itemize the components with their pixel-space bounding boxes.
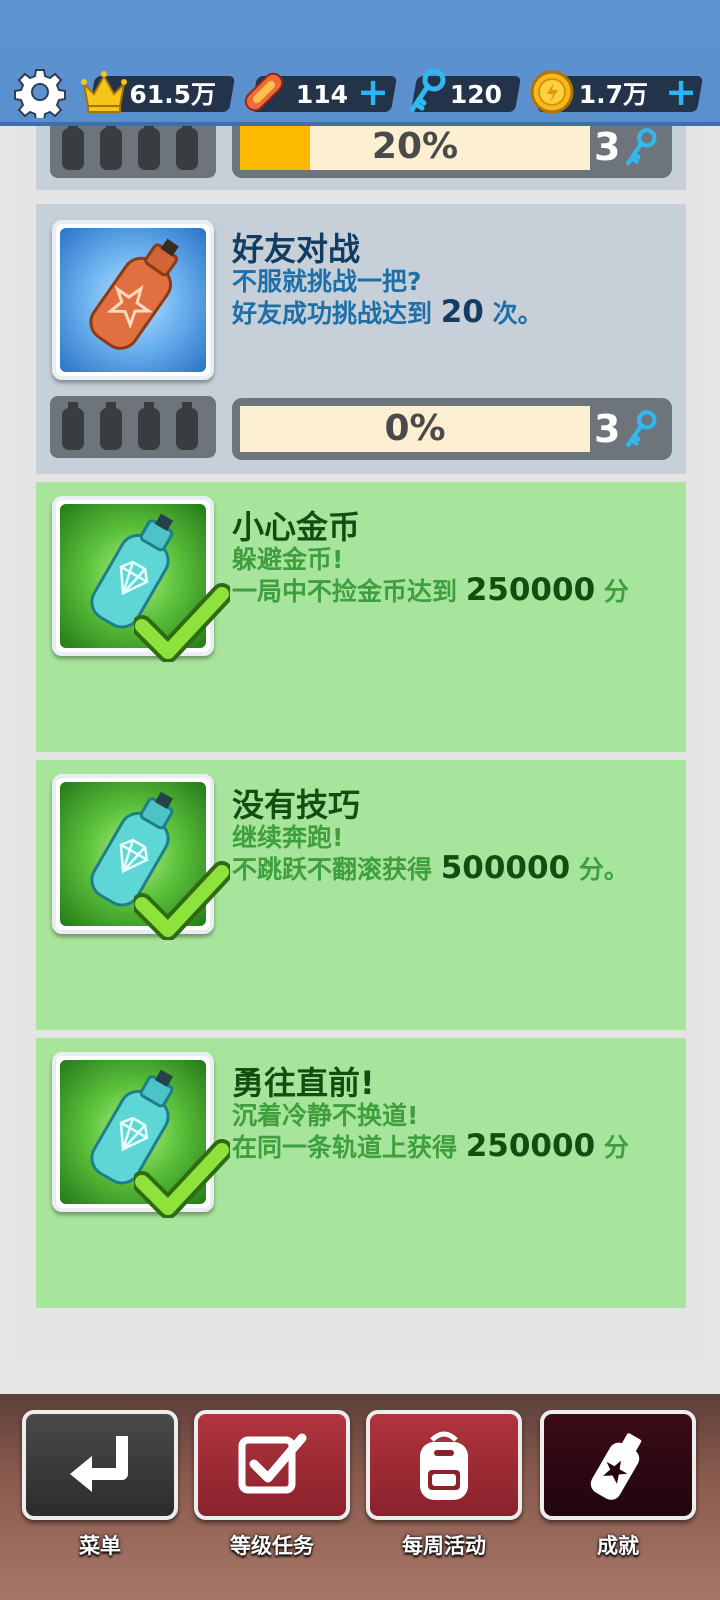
achievement-title: 好友对战 bbox=[232, 230, 361, 268]
spray-can-icon bbox=[176, 402, 198, 450]
hoverboard-value: 114 bbox=[295, 80, 348, 109]
achievement-description: 躲避金币! 一局中不捡金币达到 250000 分 bbox=[232, 544, 629, 607]
achievements-button[interactable] bbox=[540, 1410, 696, 1520]
top-bar: 61.5万 114 + 120 1.7万 + bbox=[0, 0, 720, 126]
collection-tray bbox=[50, 126, 216, 178]
achievement-description: 沉着冷静不换道! 在同一条轨道上获得 250000 分 bbox=[232, 1100, 629, 1163]
reward-count: 3 bbox=[594, 126, 621, 169]
spray-can-icon bbox=[62, 126, 84, 170]
achievement-card: 勇往直前! 沉着冷静不换道! 在同一条轨道上获得 250000 分 bbox=[36, 1038, 686, 1308]
key-value: 120 bbox=[449, 80, 502, 109]
menu-button[interactable] bbox=[22, 1410, 178, 1520]
key-icon bbox=[626, 128, 657, 166]
progress-label: 0% bbox=[384, 408, 446, 449]
hoverboard-icon bbox=[244, 72, 284, 112]
description-line: 好友成功挑战达到 20 次。 bbox=[232, 294, 543, 330]
coin-icon bbox=[530, 70, 574, 114]
level-tasks-button[interactable] bbox=[194, 1410, 350, 1520]
level-tasks-label: 等级任务 bbox=[230, 1534, 314, 1558]
description-line: 在同一条轨道上获得 250000 分 bbox=[232, 1128, 629, 1164]
achievement-description: 继续奔跑! 不跳跃不翻滚获得 500000 分。 bbox=[232, 822, 629, 885]
plus-icon[interactable]: + bbox=[664, 73, 698, 111]
crown-icon bbox=[81, 71, 127, 113]
plus-icon[interactable]: + bbox=[356, 73, 390, 111]
achievement-title: 勇往直前! bbox=[232, 1064, 375, 1102]
bottom-nav: 菜单 等级任务 每周活动 成就 bbox=[0, 1394, 720, 1600]
spray-can-icon bbox=[100, 402, 122, 450]
spray-can-icon bbox=[100, 126, 122, 170]
spray-can-icon bbox=[138, 126, 160, 170]
achievement-card: 好友对战 不服就挑战一把? 好友成功挑战达到 20 次。 0% 3 bbox=[36, 204, 686, 474]
check-icon bbox=[134, 861, 230, 940]
spray-can-icon bbox=[89, 238, 179, 350]
spray-can-icon bbox=[62, 402, 84, 450]
description-line: 一局中不捡金币达到 250000 分 bbox=[232, 572, 629, 608]
check-icon bbox=[134, 1139, 230, 1218]
achievement-description: 不服就挑战一把? 好友成功挑战达到 20 次。 bbox=[232, 266, 543, 329]
description-line: 沉着冷静不换道! bbox=[232, 1101, 419, 1130]
backpack-icon bbox=[420, 1431, 468, 1500]
achievements-label: 成就 bbox=[597, 1534, 639, 1558]
return-icon bbox=[70, 1436, 128, 1492]
crown-value: 61.5万 bbox=[129, 80, 216, 109]
description-line: 不服就挑战一把? bbox=[232, 267, 422, 296]
achievement-card: 小心金币 躲避金币! 一局中不捡金币达到 250000 分 bbox=[36, 482, 686, 752]
spray-can-icon bbox=[138, 402, 160, 450]
reward-count: 3 bbox=[594, 407, 621, 451]
checkbox-icon bbox=[238, 1433, 307, 1494]
weekly-button[interactable] bbox=[366, 1410, 522, 1520]
progress-bar: 20% 3 bbox=[232, 126, 672, 178]
weekly-label: 每周活动 bbox=[402, 1534, 486, 1558]
achievement-card: 20% 3 bbox=[36, 126, 686, 190]
progress-bar: 0% 3 bbox=[232, 398, 672, 460]
achievement-title: 小心金币 bbox=[232, 508, 361, 546]
menu-label: 菜单 bbox=[79, 1534, 121, 1558]
gear-icon[interactable] bbox=[14, 66, 66, 118]
progress-label: 20% bbox=[371, 126, 459, 167]
achievement-badge bbox=[52, 220, 214, 380]
achievement-card: 没有技巧 继续奔跑! 不跳跃不翻滚获得 500000 分。 bbox=[36, 760, 686, 1030]
spray-can-icon bbox=[176, 126, 198, 170]
description-line: 继续奔跑! bbox=[232, 823, 344, 852]
key-icon bbox=[626, 410, 657, 448]
coin-value: 1.7万 bbox=[578, 80, 648, 109]
achievement-list[interactable]: 20% 3 好友对战 不服就挑战一把? 好友成功挑战达到 20 次。 0% 3 … bbox=[16, 126, 704, 1366]
collection-tray bbox=[50, 396, 216, 458]
description-line: 躲避金币! bbox=[232, 545, 344, 574]
check-icon bbox=[134, 583, 230, 662]
description-line: 不跳跃不翻滚获得 500000 分。 bbox=[232, 850, 629, 886]
spray-can-icon bbox=[590, 1433, 642, 1500]
achievement-title: 没有技巧 bbox=[232, 786, 361, 824]
